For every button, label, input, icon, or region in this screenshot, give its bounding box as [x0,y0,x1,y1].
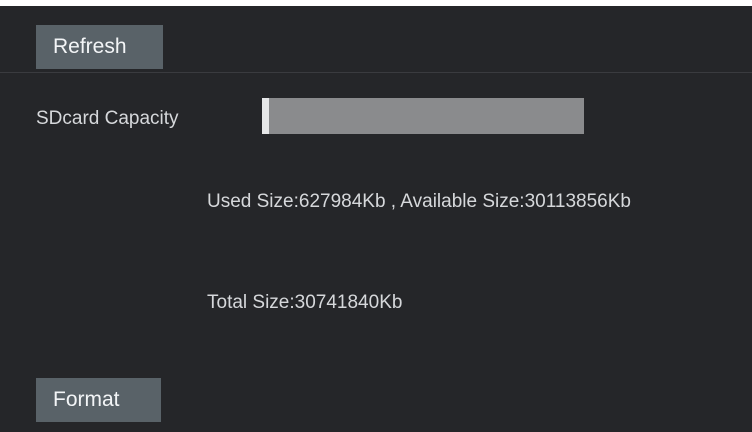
usage-info-text: Used Size:627984Kb , Available Size:3011… [207,191,631,212]
total-size-text: Total Size:30741840Kb [207,292,403,313]
sdcard-settings-panel: Refresh SDcard Capacity Used Size:627984… [0,6,752,432]
divider [0,72,752,73]
refresh-button[interactable]: Refresh [36,25,163,69]
sdcard-capacity-bar [262,98,584,134]
format-button[interactable]: Format [36,378,161,422]
sdcard-capacity-label: SDcard Capacity [36,108,179,129]
sdcard-capacity-fill [262,98,269,134]
